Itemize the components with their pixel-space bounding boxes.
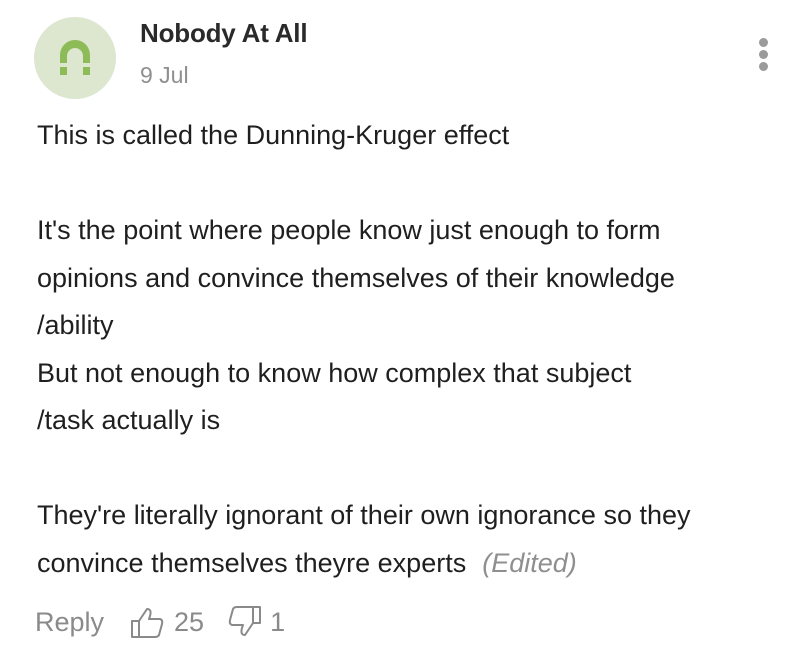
comment-last-line: convince themselves theyre experts (Edite… [37,540,777,588]
comment-line: But not enough to know how complex that … [37,357,632,388]
thumbs-up-icon[interactable] [130,604,166,640]
comment-line-text: convince themselves theyre experts [37,547,467,578]
thumbs-down-icon[interactable] [226,604,262,640]
comment-line: opinions and convince themselves of thei… [37,262,675,293]
comment-body: This is called the Dunning-Kruger effect… [37,112,777,587]
comment-line: /ability [37,310,114,340]
like-count: 25 [174,606,205,637]
more-dot [759,50,768,59]
edited-label: (Edited) [482,547,577,578]
user-avatar-icon [58,40,92,75]
comment-card: Nobody At All 9 Jul This is called the D… [0,0,800,670]
comment-line: It's the point where people know just en… [37,215,661,245]
comment-actions: Reply 25 1 [35,600,285,644]
more-options-icon[interactable] [756,38,772,74]
author-name[interactable]: Nobody At All [140,18,308,49]
comment-date: 9 Jul [140,62,189,88]
comment-line: This is called the Dunning-Kruger effect [37,120,510,150]
avatar[interactable] [34,17,116,99]
dislike-count: 1 [270,606,286,637]
more-dot [759,38,768,47]
more-dot [759,62,768,71]
comment-line: They're literally ignorant of their own … [37,500,691,530]
reply-button[interactable]: Reply [35,607,104,638]
comment-line: /task actually is [37,405,221,435]
